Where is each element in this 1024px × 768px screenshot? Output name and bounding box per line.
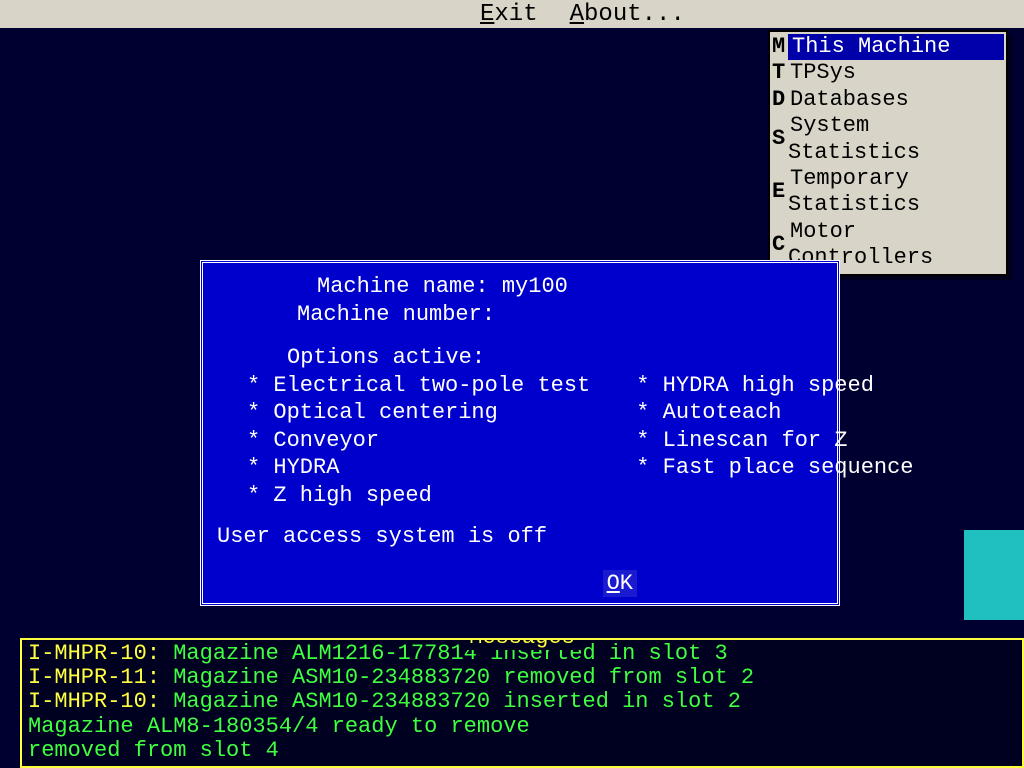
option-item: * Fast place sequence: [606, 454, 913, 482]
options-col-1: * Electrical two-pole test * Optical cen…: [217, 372, 590, 510]
machine-name-row: Machine name: my100: [217, 273, 823, 301]
message-text: removed from slot 4: [28, 738, 279, 763]
dropdown-item-system-statistics[interactable]: S System Statistics: [772, 113, 1004, 166]
hotkey: D: [772, 87, 788, 113]
message-text: Magazine ASM10-234883720 removed from sl…: [173, 665, 754, 690]
menubar: Exit About...: [0, 0, 1024, 28]
machine-name-value: my100: [502, 274, 568, 299]
options-header: Options active:: [217, 344, 823, 372]
ok-button[interactable]: OK: [603, 570, 637, 598]
hotkey: C: [772, 232, 788, 258]
hotkey: E: [772, 179, 788, 205]
screen: Exit About... M This Machine T TPSys D D…: [0, 0, 1024, 768]
dropdown-item-tpsys[interactable]: T TPSys: [772, 60, 1004, 86]
dropdown-label: Databases: [788, 87, 909, 112]
message-line: removed from slot 4: [28, 739, 1016, 763]
option-item: * Z high speed: [217, 482, 590, 510]
machine-number-label: Machine number:: [297, 302, 495, 327]
option-item: * HYDRA: [217, 454, 590, 482]
dropdown-label: Temporary Statistics: [788, 166, 920, 217]
message-text: Magazine ALM1216-177814 inserted in slot…: [173, 641, 728, 666]
option-item: * Optical centering: [217, 399, 590, 427]
hotkey: T: [772, 60, 788, 86]
menu-about[interactable]: About...: [570, 1, 685, 28]
machine-number-row: Machine number:: [217, 301, 823, 329]
dropdown-label: System Statistics: [788, 113, 920, 164]
option-item: * HYDRA high speed: [606, 372, 913, 400]
options-list: * Electrical two-pole test * Optical cen…: [217, 372, 823, 510]
message-text: Magazine ASM10-234883720 inserted in slo…: [173, 689, 741, 714]
messages-panel: Messages I-MHPR-10: Magazine ALM1216-177…: [20, 638, 1024, 768]
message-line: I-MHPR-11: Magazine ASM10-234883720 remo…: [28, 666, 1016, 690]
machine-info-dialog: Machine name: my100 Machine number: Opti…: [200, 260, 840, 606]
menu-exit[interactable]: Exit: [480, 1, 538, 28]
option-item: * Linescan for Z: [606, 427, 913, 455]
messages-title: Messages: [463, 638, 581, 650]
about-dropdown: M This Machine T TPSys D Databases S Sys…: [768, 30, 1008, 276]
access-status: User access system is off: [217, 523, 823, 551]
option-item: * Electrical two-pole test: [217, 372, 590, 400]
message-text: Magazine ALM8-180354/4 ready to remove: [28, 714, 530, 739]
message-line: Magazine ALM8-180354/4 ready to remove: [28, 715, 1016, 739]
option-item: * Autoteach: [606, 399, 913, 427]
background-panel: [964, 530, 1024, 620]
dropdown-item-databases[interactable]: D Databases: [772, 87, 1004, 113]
message-code: I-MHPR-11:: [28, 665, 160, 690]
dropdown-item-temporary-statistics[interactable]: E Temporary Statistics: [772, 166, 1004, 219]
option-item: * Conveyor: [217, 427, 590, 455]
options-col-2: * HYDRA high speed * Autoteach * Linesca…: [606, 372, 913, 510]
hotkey: M: [772, 34, 788, 60]
dropdown-label: TPSys: [788, 60, 856, 85]
message-line: I-MHPR-10: Magazine ASM10-234883720 inse…: [28, 690, 1016, 714]
hotkey: S: [772, 126, 788, 152]
machine-name-label: Machine name:: [317, 274, 489, 299]
dropdown-label: This Machine: [790, 34, 950, 59]
dropdown-item-this-machine[interactable]: M This Machine: [772, 34, 1004, 60]
message-code: I-MHPR-10:: [28, 689, 160, 714]
message-code: I-MHPR-10:: [28, 641, 160, 666]
